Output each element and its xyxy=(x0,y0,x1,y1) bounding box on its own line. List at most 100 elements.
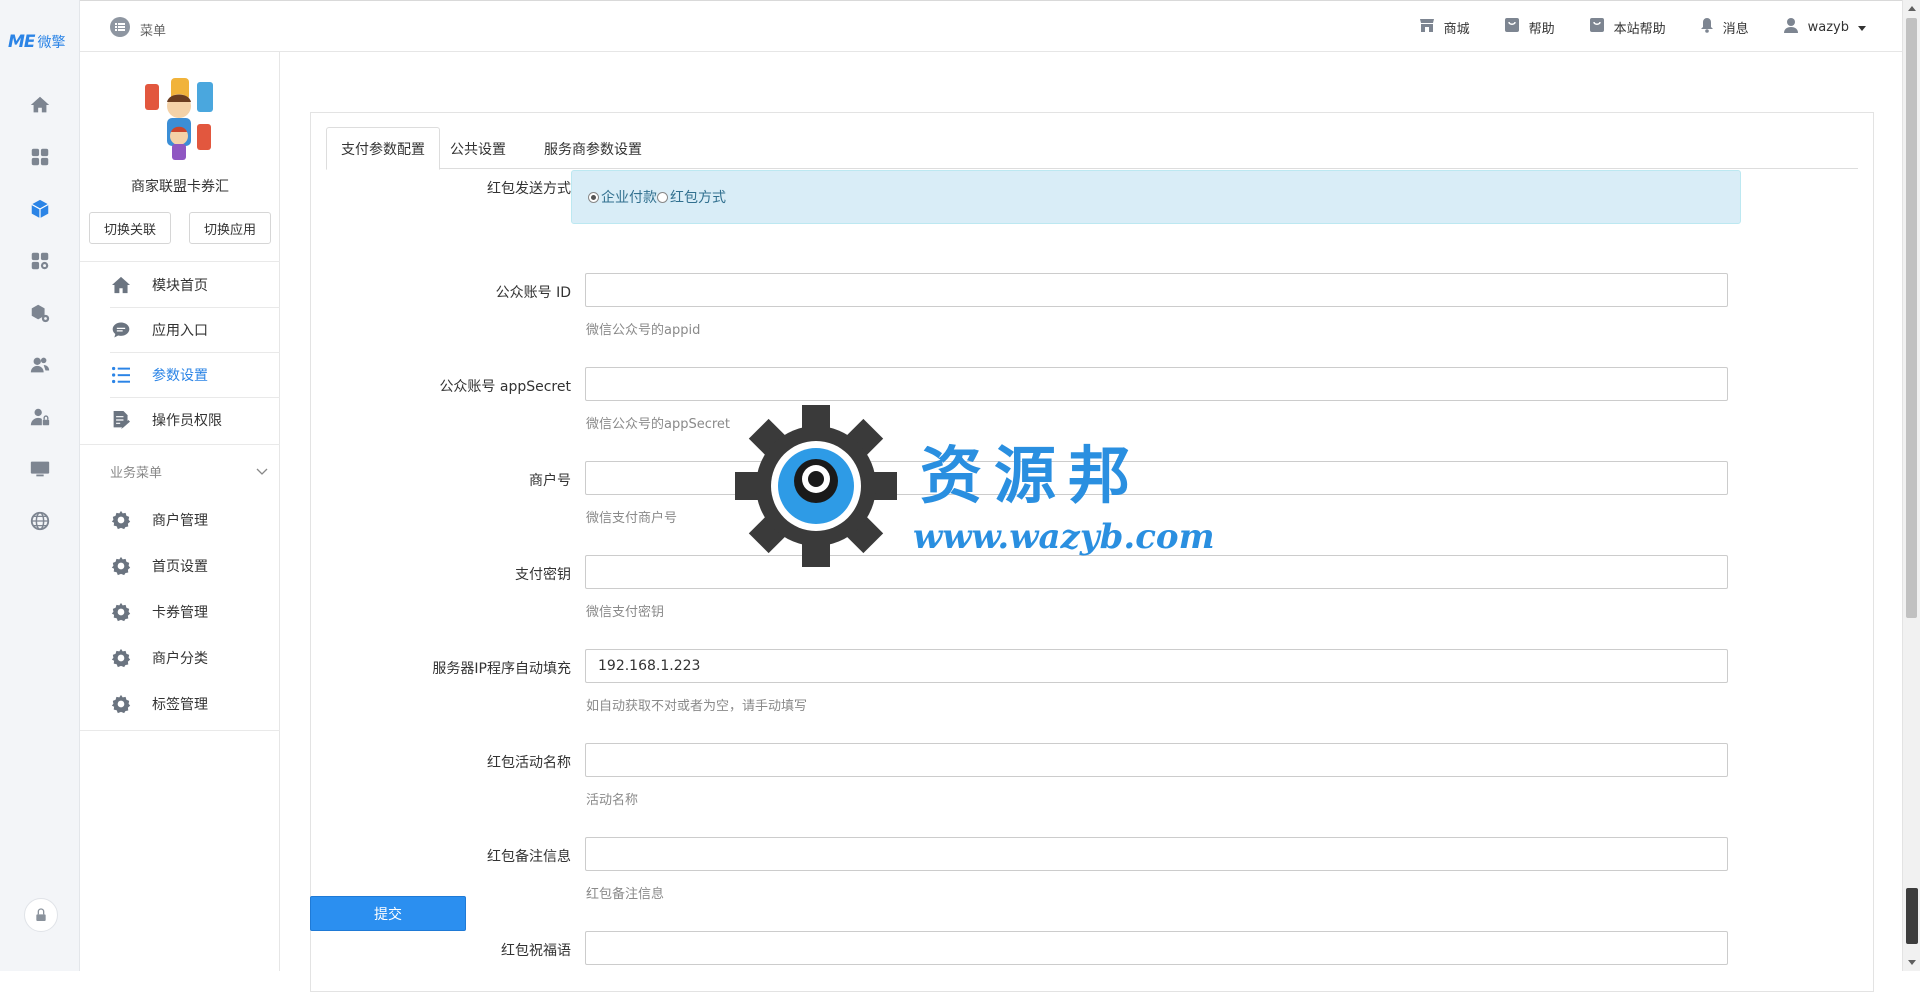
help-appid: 微信公众号的appid xyxy=(586,323,701,338)
rail-apps-settings-icon[interactable] xyxy=(0,237,80,285)
radio-dot[interactable] xyxy=(657,191,668,203)
sidebar-item-tag-manage[interactable]: 标签管理 xyxy=(80,682,280,726)
help-bag-icon xyxy=(1504,17,1520,37)
sidebar-item-merchant-category[interactable]: 商户分类 xyxy=(80,636,280,680)
lock-icon[interactable] xyxy=(24,898,58,932)
sidebar-item-operator-permission[interactable]: 操作员权限 xyxy=(80,398,280,442)
sidebar-item-merchant-manage[interactable]: 商户管理 xyxy=(80,498,280,542)
watermark-url: www.wazyb.com xyxy=(913,517,1215,557)
field-label-server-ip: 服务器IP程序自动填充 xyxy=(432,661,571,677)
field-label-appid: 公众账号 ID xyxy=(495,285,571,301)
brand-logo[interactable]: ME 微擎 xyxy=(8,30,72,54)
sidebar-item-label: 应用入口 xyxy=(152,323,208,339)
settings-tabs: 支付参数配置 公共设置 服务商参数设置 xyxy=(326,127,1858,170)
rail-box-settings-icon[interactable] xyxy=(0,289,80,337)
tab-provider-params[interactable]: 服务商参数设置 xyxy=(530,127,656,170)
top-link-label: 消息 xyxy=(1722,21,1749,37)
sidebar-item-label: 商户分类 xyxy=(152,651,208,667)
sidebar-item-home-settings[interactable]: 首页设置 xyxy=(80,544,280,588)
top-link-help[interactable]: 帮助 xyxy=(1504,17,1555,37)
rail-home-icon[interactable] xyxy=(0,81,80,129)
tab-common-settings[interactable]: 公共设置 xyxy=(436,127,520,170)
sidebar-item-label: 商户管理 xyxy=(152,513,208,529)
field-label-remark: 红包备注信息 xyxy=(487,849,571,865)
app-avatar xyxy=(145,78,213,160)
radio-enterprise-pay[interactable]: 企业付款 xyxy=(588,187,657,207)
sidebar-item-coupon-manage[interactable]: 卡券管理 xyxy=(80,590,280,634)
sidebar-item-label: 标签管理 xyxy=(152,697,208,713)
user-menu[interactable]: wazyb xyxy=(1783,17,1866,37)
username: wazyb xyxy=(1807,19,1849,35)
scroll-down-arrow-icon[interactable] xyxy=(1903,954,1920,971)
help-activity-name: 活动名称 xyxy=(586,793,639,808)
chevron-down-icon xyxy=(256,465,268,480)
tab-payment-params[interactable]: 支付参数配置 xyxy=(326,127,440,170)
business-menu-section[interactable]: 业务菜单 xyxy=(110,462,280,481)
redpack-mode-radio-group: 企业付款 红包方式 xyxy=(571,170,1741,224)
rail-globe-icon[interactable] xyxy=(0,497,80,545)
scroll-up-arrow-icon[interactable] xyxy=(1903,0,1920,17)
rail-monitor-icon[interactable] xyxy=(0,445,80,493)
sidebar-item-label: 参数设置 xyxy=(152,368,208,384)
divider xyxy=(80,730,280,731)
server-ip-input[interactable] xyxy=(585,649,1728,683)
field-label-activity-name: 红包活动名称 xyxy=(487,755,571,771)
site-help-bag-icon xyxy=(1589,17,1605,37)
scrollbar-thumb[interactable] xyxy=(1906,18,1917,618)
activity-name-input[interactable] xyxy=(585,743,1728,777)
menu-toggle[interactable]: 菜单 xyxy=(110,17,166,41)
gear-icon xyxy=(110,601,132,623)
watermark: 资源邦 www.wazyb.com xyxy=(735,405,1215,567)
module-sidebar: 商家联盟卡券汇 切换关联 切换应用 模块首页 应用入口 参数设置 操作员权限 业… xyxy=(80,0,280,971)
radio-dot-checked[interactable] xyxy=(588,191,599,203)
scroll-widget xyxy=(1906,888,1918,944)
redpack-mode-label: 红包发送方式 xyxy=(487,181,571,197)
switch-link-button[interactable]: 切换关联 xyxy=(89,212,171,244)
top-link-label: 帮助 xyxy=(1528,21,1555,37)
watermark-title: 资源邦 xyxy=(920,439,1143,512)
brand-logo-mark: ME xyxy=(8,32,36,52)
top-bar: 菜单 商城 帮助 本站帮助 消息 wazyb xyxy=(80,0,1902,52)
sidebar-item-module-home[interactable]: 模块首页 xyxy=(80,263,280,307)
wishing-input[interactable] xyxy=(585,931,1728,965)
sidebar-item-label: 首页设置 xyxy=(152,559,208,575)
user-icon xyxy=(1783,17,1799,37)
sidebar-item-param-settings[interactable]: 参数设置 xyxy=(80,353,280,397)
app-name: 商家联盟卡券汇 xyxy=(131,179,229,195)
sidebar-item-label: 卡券管理 xyxy=(152,605,208,621)
watermark-gear-logo xyxy=(735,405,897,567)
home-icon xyxy=(110,274,132,296)
rail-users-icon[interactable] xyxy=(0,341,80,389)
radio-label: 红包方式 xyxy=(670,190,726,206)
help-paykey: 微信支付密钥 xyxy=(586,605,665,620)
top-link-site-help[interactable]: 本站帮助 xyxy=(1589,17,1666,37)
rail-module-cube-icon[interactable] xyxy=(0,185,80,233)
sidebar-item-app-entry[interactable]: 应用入口 xyxy=(80,308,280,352)
menu-label: 菜单 xyxy=(140,23,167,39)
rail-apps-grid-icon[interactable] xyxy=(0,133,80,181)
help-appsecret: 微信公众号的appSecret xyxy=(586,417,731,432)
field-label-paykey: 支付密钥 xyxy=(515,567,571,583)
top-link-messages[interactable]: 消息 xyxy=(1700,17,1749,37)
radio-redpack-mode[interactable]: 红包方式 xyxy=(657,187,726,207)
gear-icon xyxy=(110,647,132,669)
sidebar-item-label: 模块首页 xyxy=(152,278,208,294)
rail-user-lock-icon[interactable] xyxy=(0,393,80,441)
page-scrollbar[interactable] xyxy=(1902,0,1920,971)
top-link-store[interactable]: 商城 xyxy=(1419,17,1470,37)
radio-label: 企业付款 xyxy=(601,190,657,206)
gear-icon xyxy=(110,693,132,715)
appsecret-input[interactable] xyxy=(585,367,1728,401)
divider xyxy=(80,261,280,262)
brand-logo-text: 微擎 xyxy=(37,35,66,51)
top-link-label: 本站帮助 xyxy=(1613,21,1666,37)
help-remark: 红包备注信息 xyxy=(586,887,665,902)
remark-input[interactable] xyxy=(585,837,1728,871)
store-icon xyxy=(1419,17,1435,37)
help-server-ip: 如自动获取不对或者为空，请手动填写 xyxy=(586,699,808,714)
field-label-appsecret: 公众账号 appSecret xyxy=(439,379,571,395)
gear-icon xyxy=(110,555,132,577)
appid-input[interactable] xyxy=(585,273,1728,307)
switch-app-button[interactable]: 切换应用 xyxy=(189,212,271,244)
submit-button[interactable]: 提交 xyxy=(310,896,466,931)
